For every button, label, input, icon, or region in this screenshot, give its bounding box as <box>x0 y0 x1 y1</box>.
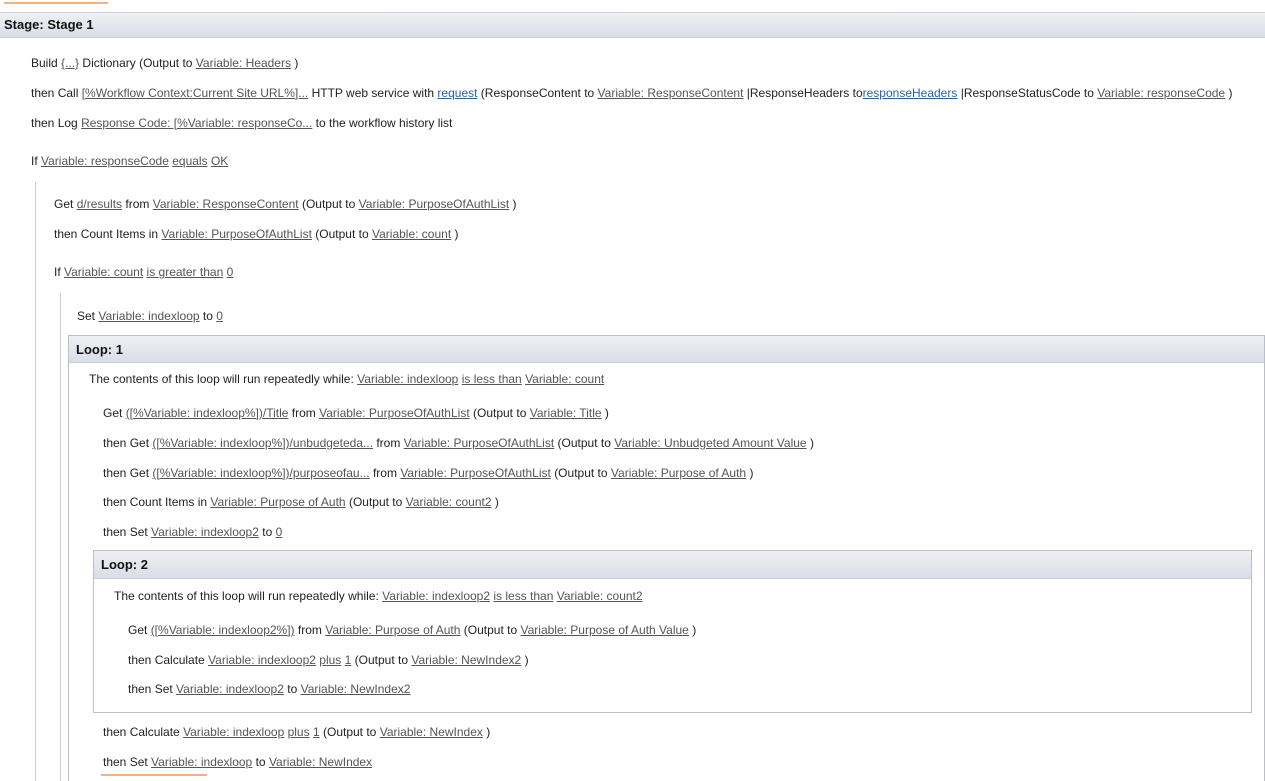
response-code-link[interactable]: Variable: responseCode <box>1097 86 1225 100</box>
value-link[interactable]: 0 <box>216 309 223 323</box>
variable-link[interactable]: Variable: indexloop2 <box>208 653 316 667</box>
condition-if-response-code: If Variable: responseCode equals OK <box>31 154 229 168</box>
output-variable-link[interactable]: Variable: Title <box>530 406 602 420</box>
condition-value-link[interactable]: Variable: count2 <box>557 589 643 603</box>
operator-link[interactable]: plus <box>288 725 310 739</box>
output-variable-link[interactable]: Variable: Unbudgeted Amount Value <box>614 436 806 450</box>
loop-2-title: Loop: 2 <box>101 557 148 572</box>
condition-if-count: If Variable: count is greater than 0 <box>54 265 234 279</box>
condition-operator-link[interactable]: equals <box>172 154 207 168</box>
source-variable-link[interactable]: Variable: Purpose of Auth <box>210 495 345 509</box>
condition-value-link[interactable]: 0 <box>227 265 234 279</box>
loop-2-condition: The contents of this loop will run repea… <box>114 589 643 603</box>
action-set-indexloop: Set Variable: indexloop to 0 <box>77 309 223 323</box>
action-set-indexloop-new: then Set Variable: indexloop to Variable… <box>103 755 373 769</box>
variable-link[interactable]: Variable: indexloop <box>183 725 284 739</box>
condition-operator-link[interactable]: is less than <box>462 372 522 386</box>
request-link[interactable]: request <box>437 86 477 100</box>
source-variable-link[interactable]: Variable: PurposeOfAuthList <box>400 466 551 480</box>
output-variable-link[interactable]: Variable: count <box>372 227 451 241</box>
source-variable-link[interactable]: Variable: PurposeOfAuthList <box>319 406 470 420</box>
path-link[interactable]: ([%Variable: indexloop%])/Title <box>126 406 289 420</box>
loop-1-title: Loop: 1 <box>76 342 123 357</box>
condition-value-link[interactable]: Variable: count <box>525 372 604 386</box>
variable-link[interactable]: Variable: indexloop <box>98 309 199 323</box>
action-calculate-newindex: then Calculate Variable: indexloop plus … <box>103 725 491 739</box>
condition-variable-link[interactable]: Variable: indexloop2 <box>382 589 490 603</box>
operator-link[interactable]: plus <box>319 653 341 667</box>
action-get-purpose: then Get ([%Variable: indexloop%])/purpo… <box>103 466 754 480</box>
source-variable-link[interactable]: Variable: PurposeOfAuthList <box>404 436 555 450</box>
condition-variable-link[interactable]: Variable: indexloop <box>357 372 458 386</box>
source-variable-link[interactable]: Variable: PurposeOfAuthList <box>161 227 312 241</box>
source-variable-link[interactable]: Variable: Purpose of Auth <box>325 623 460 637</box>
insertion-marker-top <box>4 2 108 4</box>
output-variable-link[interactable]: Variable: NewIndex2 <box>411 653 521 667</box>
variable-link[interactable]: Variable: indexloop2 <box>176 682 284 696</box>
value-link[interactable]: Variable: NewIndex2 <box>301 682 411 696</box>
path-link[interactable]: ([%Variable: indexloop2%]) <box>151 623 295 637</box>
output-variable-link[interactable]: Variable: count2 <box>406 495 492 509</box>
path-link[interactable]: d/results <box>77 197 122 211</box>
action-get-title: Get ([%Variable: indexloop%])/Title from… <box>103 406 609 420</box>
action-get-unbudgeted: then Get ([%Variable: indexloop%])/unbud… <box>103 436 814 450</box>
path-link[interactable]: ([%Variable: indexloop%])/purposeofau... <box>152 466 369 480</box>
log-message-link[interactable]: Response Code: [%Variable: responseCo... <box>81 116 312 130</box>
response-headers-link[interactable]: responseHeaders <box>863 86 958 100</box>
output-variable-link[interactable]: Variable: PurposeOfAuthList <box>359 197 510 211</box>
action-count-purpose: then Count Items in Variable: Purpose of… <box>103 495 499 509</box>
stage-title: Stage: Stage 1 <box>4 17 94 32</box>
condition-variable-link[interactable]: Variable: count <box>64 265 143 279</box>
loop-1-condition: The contents of this loop will run repea… <box>89 372 605 386</box>
action-get-results: Get d/results from Variable: ResponseCon… <box>54 197 517 211</box>
action-get-purpose-value: Get ([%Variable: indexloop2%]) from Vari… <box>128 623 697 637</box>
action-set-indexloop2: then Set Variable: indexloop2 to 0 <box>103 525 283 539</box>
action-set-indexloop2-new: then Set Variable: indexloop2 to Variabl… <box>128 682 411 696</box>
action-log: then Log Response Code: [%Variable: resp… <box>31 116 453 130</box>
if-branch-bar-nested <box>60 293 61 781</box>
variable-link[interactable]: Variable: indexloop2 <box>151 525 259 539</box>
condition-variable-link[interactable]: Variable: responseCode <box>41 154 169 168</box>
loop-1-header[interactable]: Loop: 1 <box>69 336 1264 363</box>
condition-value-link[interactable]: OK <box>211 154 228 168</box>
path-link[interactable]: ([%Variable: indexloop%])/unbudgeteda... <box>152 436 373 450</box>
stage-header[interactable]: Stage: Stage 1 <box>0 12 1265 38</box>
output-variable-link[interactable]: Variable: Purpose of Auth Value <box>521 623 689 637</box>
action-call-http: then Call [%Workflow Context:Current Sit… <box>31 86 1233 100</box>
loop-2-header[interactable]: Loop: 2 <box>94 551 1251 579</box>
dictionary-link[interactable]: {...} <box>61 56 79 70</box>
value-link[interactable]: Variable: NewIndex <box>269 755 372 769</box>
value-link[interactable]: 1 <box>345 653 352 667</box>
condition-operator-link[interactable]: is less than <box>493 589 553 603</box>
action-calculate-newindex2: then Calculate Variable: indexloop2 plus… <box>128 653 529 667</box>
output-variable-link[interactable]: Variable: NewIndex <box>380 725 483 739</box>
value-link[interactable]: 0 <box>276 525 283 539</box>
value-link[interactable]: 1 <box>313 725 320 739</box>
if-branch-bar <box>35 182 36 781</box>
insertion-marker-bottom <box>101 774 207 776</box>
source-variable-link[interactable]: Variable: ResponseContent <box>153 197 299 211</box>
condition-operator-link[interactable]: is greater than <box>147 265 224 279</box>
response-content-link[interactable]: Variable: ResponseContent <box>598 86 744 100</box>
output-variable-link[interactable]: Variable: Purpose of Auth <box>611 466 746 480</box>
action-count-items: then Count Items in Variable: PurposeOfA… <box>54 227 459 241</box>
variable-link[interactable]: Variable: indexloop <box>151 755 252 769</box>
url-link[interactable]: [%Workflow Context:Current Site URL%]... <box>82 86 309 100</box>
output-variable-link[interactable]: Variable: Headers <box>196 56 291 70</box>
action-build-dictionary: Build {...} Dictionary (Output to Variab… <box>31 56 299 70</box>
